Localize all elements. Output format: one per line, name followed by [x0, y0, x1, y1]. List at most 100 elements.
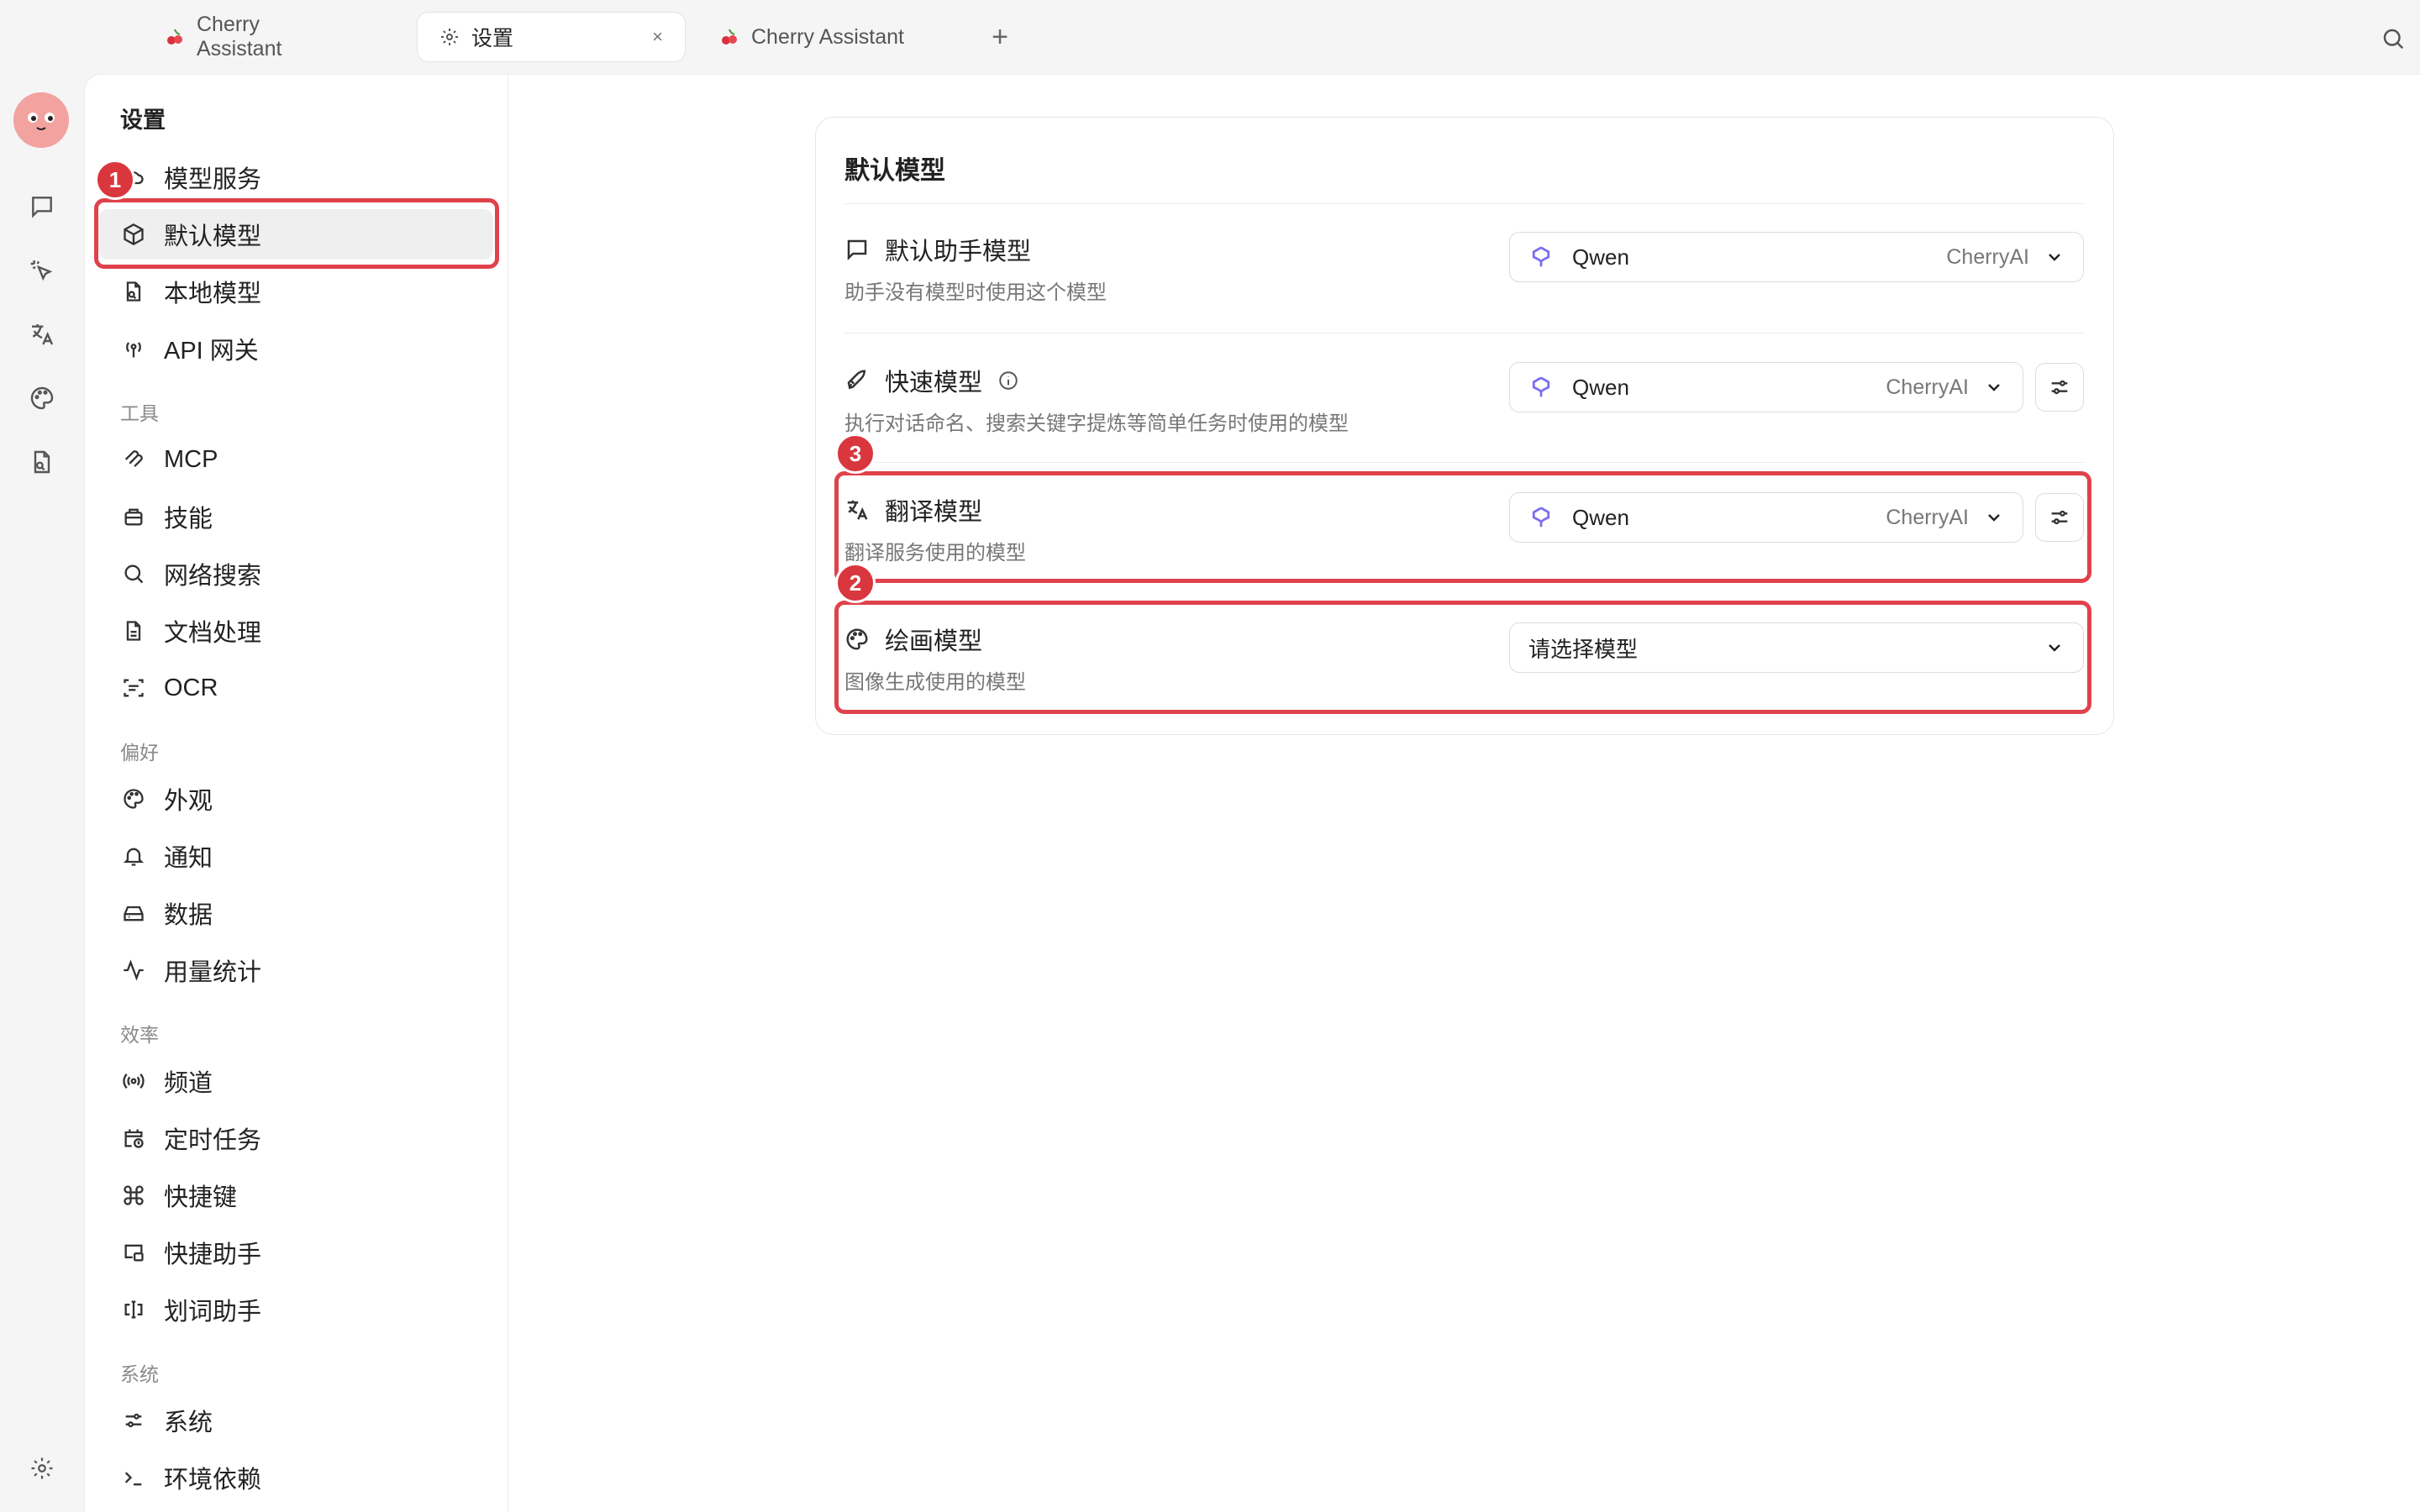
tab-settings[interactable]: 设置 × — [417, 12, 686, 62]
cherry-icon — [719, 27, 739, 47]
annotation-badge-2: 2 — [835, 563, 876, 603]
sidebar-item-label: 划词助手 — [164, 1299, 262, 1326]
qwen-logo-icon — [1528, 375, 1554, 400]
sidebar-item-label: 系统 — [164, 1410, 213, 1436]
document-icon — [120, 617, 147, 644]
radio-icon — [120, 1068, 147, 1095]
sidebar-group-tools: 工具 — [120, 402, 159, 424]
sidebar-title: 设置 — [120, 108, 166, 133]
sidebar-item-api-gateway[interactable]: API 网关 — [98, 323, 493, 374]
bell-icon — [120, 843, 147, 869]
close-icon[interactable]: × — [652, 26, 663, 48]
cherry-icon — [165, 27, 185, 47]
left-rail — [0, 74, 84, 1512]
tab-label: 设置 — [471, 27, 514, 50]
sidebar-item-label: OCR — [164, 674, 218, 701]
sidebar-item-scheduled-tasks[interactable]: 定时任务 — [98, 1113, 493, 1163]
sidebar-item-label: MCP — [164, 445, 218, 473]
sidebar-item-label: 数据 — [164, 902, 213, 929]
sidebar-item-shortcuts[interactable]: 快捷键 — [98, 1170, 493, 1221]
card-title: 默认模型 — [844, 157, 945, 185]
sidebar-item-label: 文档处理 — [164, 620, 262, 647]
sidebar-item-label: 频道 — [164, 1070, 213, 1097]
search-icon — [120, 560, 147, 587]
tab-bar: Cherry Assistant 设置 × Cherry Assistant + — [0, 0, 2420, 74]
highlight-box-translate-row — [834, 471, 2091, 583]
sidebar-item-web-search[interactable]: 网络搜索 — [98, 549, 493, 599]
search-icon[interactable] — [2375, 20, 2412, 57]
pointer-icon[interactable] — [24, 252, 60, 289]
rocket-icon — [844, 368, 870, 393]
fast-model-settings-button[interactable] — [2035, 363, 2084, 412]
tab-cherry-assistant-1[interactable]: Cherry Assistant — [143, 12, 370, 62]
file-search-icon — [120, 278, 147, 305]
highlight-box-drawing-row — [834, 601, 2091, 714]
sidebar-group-preferences: 偏好 — [120, 742, 159, 764]
provider-name: CherryAI — [1946, 244, 2029, 269]
document-search-icon[interactable] — [24, 444, 60, 480]
sidebar-item-usage-stats[interactable]: 用量统计 — [98, 945, 493, 995]
info-icon[interactable] — [997, 370, 1019, 391]
sidebar-item-skills[interactable]: 技能 — [98, 491, 493, 542]
settings-gear-icon[interactable] — [24, 1450, 60, 1487]
sliders-icon — [2048, 375, 2071, 399]
palette-icon[interactable] — [24, 380, 60, 417]
annotation-badge-3: 3 — [835, 433, 876, 474]
text-cursor-icon — [120, 1296, 147, 1323]
activity-icon — [120, 957, 147, 984]
row-label-default-assistant: 默认助手模型 — [844, 232, 1031, 267]
hard-drive-icon — [120, 900, 147, 927]
provider-name: CherryAI — [1886, 375, 1969, 399]
mcp-icon — [120, 446, 147, 473]
sidebar-item-data[interactable]: 数据 — [98, 888, 493, 938]
settings-content: 默认模型 默认助手模型 助手没有模型时使用这个模型 Qwen CherryAI … — [508, 75, 2420, 1512]
sidebar-item-document-processing[interactable]: 文档处理 — [98, 606, 493, 656]
sidebar-item-local-model[interactable]: 本地模型 — [98, 266, 493, 317]
sidebar-item-label: 环境依赖 — [164, 1467, 262, 1494]
avatar[interactable] — [13, 92, 69, 148]
tab-cherry-assistant-2[interactable]: Cherry Assistant — [697, 12, 950, 62]
message-icon — [844, 237, 870, 262]
sidebar-item-appearance[interactable]: 外观 — [98, 774, 493, 824]
main-frame: 设置 模型服务 默认模型 本地模型 API 网关 工具 MCP 技能 网络搜索 … — [84, 74, 2420, 1512]
row-desc: 执行对话命名、搜索关键字提炼等简单任务时使用的模型 — [844, 412, 1349, 435]
sidebar-group-system: 系统 — [120, 1363, 159, 1385]
chat-icon[interactable] — [24, 188, 60, 225]
sidebar-item-model-service[interactable]: 模型服务 — [98, 152, 493, 202]
sliders-icon — [120, 1407, 147, 1434]
sidebar-item-label: 技能 — [164, 506, 213, 533]
sidebar-item-label: 用量统计 — [164, 959, 262, 986]
command-icon — [120, 1182, 147, 1209]
sidebar-item-channels[interactable]: 频道 — [98, 1056, 493, 1106]
sidebar-item-notifications[interactable]: 通知 — [98, 831, 493, 881]
divider — [844, 462, 2085, 463]
qwen-logo-icon — [1528, 244, 1554, 270]
scan-icon — [120, 675, 147, 701]
fast-model-select[interactable]: Qwen CherryAI — [1509, 362, 2023, 412]
tab-label: Cherry Assistant — [751, 24, 905, 49]
chevron-down-icon — [2044, 247, 2065, 267]
model-name: Qwen — [1572, 244, 1629, 270]
calendar-clock-icon — [120, 1125, 147, 1152]
sidebar-item-ocr[interactable]: OCR — [98, 663, 493, 713]
row-label-fast-model: 快速模型 — [844, 363, 1019, 398]
highlight-box-default-model — [94, 198, 499, 269]
sidebar-item-label: 本地模型 — [164, 281, 262, 307]
sidebar-item-label: 快捷助手 — [164, 1242, 262, 1268]
sidebar-item-selection-assistant[interactable]: 划词助手 — [98, 1284, 493, 1335]
sidebar-item-label: API 网关 — [164, 338, 259, 365]
tab-label: Cherry Assistant — [197, 13, 282, 60]
sidebar-item-system[interactable]: 系统 — [98, 1395, 493, 1446]
annotation-badge-1: 1 — [95, 160, 135, 200]
new-tab-button[interactable]: + — [981, 18, 1018, 55]
sidebar-item-label: 通知 — [164, 845, 213, 872]
sidebar-item-quick-assistant[interactable]: 快捷助手 — [98, 1227, 493, 1278]
sidebar-item-environment[interactable]: 环境依赖 — [98, 1452, 493, 1503]
sidebar-item-mcp[interactable]: MCP — [98, 434, 493, 485]
sidebar-item-label: 快捷键 — [164, 1184, 238, 1211]
translate-icon[interactable] — [24, 316, 60, 353]
settings-sidebar: 设置 模型服务 默认模型 本地模型 API 网关 工具 MCP 技能 网络搜索 … — [85, 75, 508, 1512]
default-assistant-model-select[interactable]: Qwen CherryAI — [1509, 232, 2084, 282]
chevron-down-icon — [1984, 377, 2004, 397]
divider — [844, 203, 2085, 204]
